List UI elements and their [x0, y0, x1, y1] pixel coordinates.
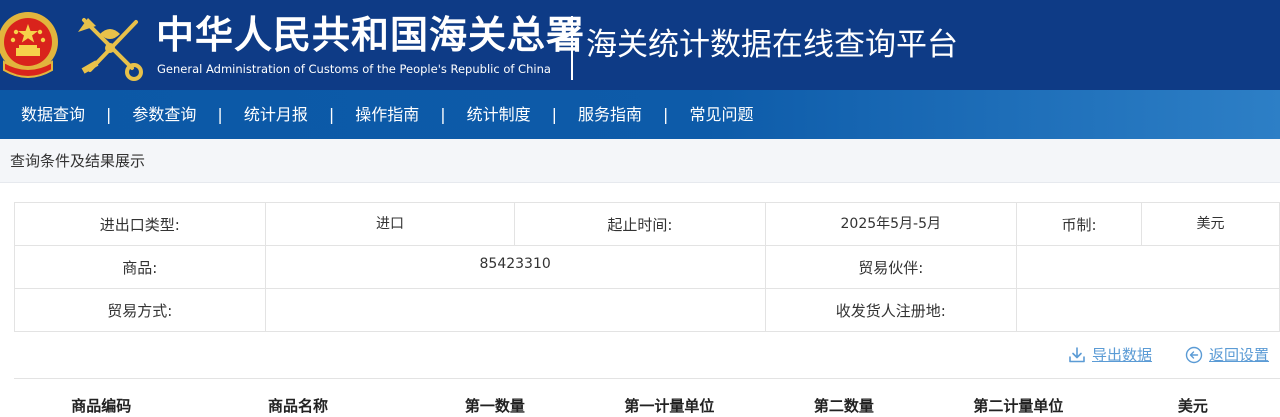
main-nav: 数据查询 | 参数查询 | 统计月报 | 操作指南 | 统计制度 | 服务指南 … — [0, 90, 1280, 139]
section-title: 查询条件及结果展示 — [10, 152, 146, 170]
agency-title: 中华人民共和国海关总署 — [156, 12, 586, 57]
criteria-row: 进出口类型: 进口 起止时间: 2025年5月-5月 币制: 美元 — [14, 202, 1280, 246]
column-header-commodity-name[interactable]: 商品名称 — [188, 378, 408, 417]
national-emblem-icon — [0, 12, 58, 78]
back-arrow-icon — [1185, 346, 1203, 363]
period-value: 2025年5月-5月 — [764, 202, 1017, 246]
query-criteria-table: 进出口类型: 进口 起止时间: 2025年5月-5月 币制: 美元 商品: 85… — [14, 202, 1280, 332]
trade-type-label: 进出口类型: — [14, 202, 266, 246]
nav-item-operation-guide[interactable]: 操作指南 — [334, 90, 440, 139]
nav-item-statistics-system[interactable]: 统计制度 — [446, 90, 552, 139]
commodity-label: 商品: — [14, 245, 266, 289]
results-header-row: 商品编码 商品名称 第一数量 第一计量单位 第二数量 第二计量单位 美元 — [14, 378, 1280, 417]
export-data-label: 导出数据 — [1092, 346, 1153, 364]
registration-label: 收发货人注册地: — [764, 288, 1017, 332]
nav-item-monthly-report[interactable]: 统计月报 — [223, 90, 329, 139]
header-divider — [571, 16, 573, 80]
period-label: 起止时间: — [514, 202, 766, 246]
column-header-first-unit[interactable]: 第一计量单位 — [582, 378, 757, 417]
platform-title: 海关统计数据在线查询平台 — [586, 27, 958, 63]
back-to-settings-label: 返回设置 — [1209, 346, 1270, 364]
column-header-usd[interactable]: 美元 — [1105, 378, 1280, 417]
download-icon — [1069, 346, 1085, 362]
criteria-row: 商品: 85423310 贸易伙伴: — [14, 245, 1280, 289]
trade-mode-label: 贸易方式: — [14, 288, 266, 332]
results-table: 商品编码 商品名称 第一数量 第一计量单位 第二数量 第二计量单位 美元 — [14, 378, 1280, 417]
column-header-commodity-code[interactable]: 商品编码 — [14, 378, 189, 417]
partner-value — [1015, 245, 1280, 289]
column-header-second-unit[interactable]: 第二计量单位 — [931, 378, 1106, 417]
back-to-settings-button[interactable]: 返回设置 — [1185, 344, 1269, 365]
nav-item-faq[interactable]: 常见问题 — [668, 90, 774, 139]
nav-item-data-query[interactable]: 数据查询 — [0, 90, 106, 139]
section-header: 查询条件及结果展示 — [0, 139, 1280, 183]
commodity-value: 85423310 — [264, 245, 766, 289]
column-header-second-quantity[interactable]: 第二数量 — [756, 378, 932, 417]
currency-label: 币制: — [1015, 202, 1143, 246]
nav-item-parameter-query[interactable]: 参数查询 — [111, 90, 217, 139]
trade-mode-value — [264, 288, 766, 332]
registration-value — [1015, 288, 1280, 332]
header-banner: 中华人民共和国海关总署 General Administration of Cu… — [0, 0, 1280, 90]
currency-value: 美元 — [1141, 202, 1280, 246]
nav-item-service-guide[interactable]: 服务指南 — [557, 90, 663, 139]
agency-title-english: General Administration of Customs of the… — [157, 62, 551, 76]
export-data-button[interactable]: 导出数据 — [1068, 344, 1152, 365]
column-header-first-quantity[interactable]: 第一数量 — [407, 378, 583, 417]
partner-label: 贸易伙伴: — [764, 245, 1017, 289]
customs-emblem-icon — [78, 18, 143, 81]
trade-type-value: 进口 — [264, 202, 516, 246]
criteria-row: 贸易方式: 收发货人注册地: — [14, 288, 1280, 332]
